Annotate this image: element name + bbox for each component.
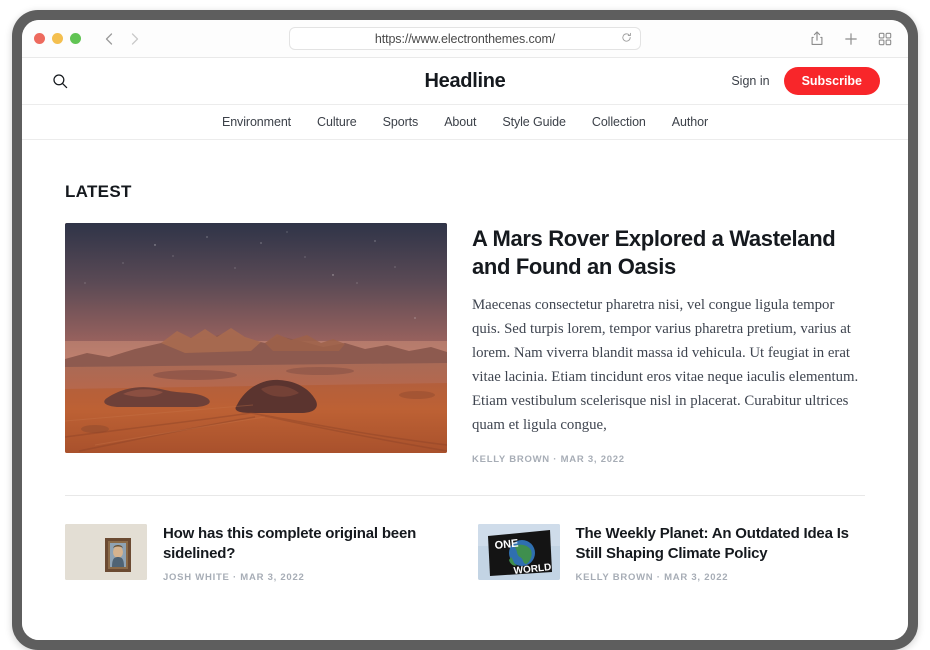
hero-image[interactable] (65, 223, 447, 453)
site-logo[interactable]: Headline (425, 70, 506, 93)
article-meta: JOSH WHITE · MAR 3, 2022 (163, 572, 305, 584)
article-title[interactable]: The Weekly Planet: An Outdated Idea Is S… (576, 524, 866, 563)
url-text: https://www.electronthemes.com/ (374, 31, 556, 46)
article-title[interactable]: How has this complete original been side… (163, 524, 453, 563)
content-container: LATEST A Mars Rover Explored a Wasteland… (65, 140, 865, 583)
nav-item-sports[interactable]: Sports (383, 115, 419, 129)
hero-article[interactable]: A Mars Rover Explored a Wasteland and Fo… (65, 223, 865, 465)
article-thumbnail[interactable]: ONE WORLD (477, 524, 560, 581)
list-item[interactable]: How has this complete original been side… (65, 524, 453, 583)
section-heading-latest: LATEST (65, 182, 132, 201)
nav-item-style-guide[interactable]: Style Guide (502, 115, 566, 129)
nav-item-environment[interactable]: Environment (222, 115, 291, 129)
nav-item-author[interactable]: Author (672, 115, 708, 129)
hero-title[interactable]: A Mars Rover Explored a Wasteland and Fo… (472, 225, 865, 280)
sign-in-link[interactable]: Sign in (731, 74, 769, 88)
window-controls (34, 33, 81, 44)
article-thumbnail[interactable] (65, 524, 147, 581)
hero-body: A Mars Rover Explored a Wasteland and Fo… (472, 223, 865, 465)
header-actions: Sign in Subscribe (731, 66, 880, 96)
back-button[interactable] (97, 27, 121, 51)
website-viewport: Headline Sign in Subscribe Environment C… (22, 58, 908, 640)
site-navigation: Environment Culture Sports About Style G… (22, 104, 908, 140)
minimize-window-button[interactable] (52, 33, 63, 44)
forward-button[interactable] (123, 27, 147, 51)
nav-item-about[interactable]: About (444, 115, 476, 129)
nav-item-collection[interactable]: Collection (592, 115, 646, 129)
hero-excerpt: Maecenas consectetur pharetra nisi, vel … (472, 297, 859, 434)
browser-toolbar-actions (806, 28, 896, 50)
section-divider (65, 495, 865, 497)
subscribe-button[interactable]: Subscribe (783, 66, 880, 96)
close-window-button[interactable] (34, 33, 45, 44)
nav-item-culture[interactable]: Culture (317, 115, 357, 129)
article-text: The Weekly Planet: An Outdated Idea Is S… (576, 524, 866, 583)
address-bar[interactable]: https://www.electronthemes.com/ (289, 27, 641, 50)
list-item[interactable]: ONE WORLD The Weekly Planet: An Outdated… (477, 524, 866, 583)
search-icon[interactable] (50, 71, 70, 91)
share-icon[interactable] (806, 28, 828, 50)
article-meta: KELLY BROWN · MAR 3, 2022 (575, 572, 729, 584)
secondary-articles-grid: How has this complete original been side… (65, 524, 865, 583)
tab-overview-icon[interactable] (874, 28, 896, 50)
hero-meta: KELLY BROWN · MAR 3, 2022 (472, 454, 625, 466)
address-bar-container: https://www.electronthemes.com/ (289, 27, 641, 50)
device-frame: https://www.electronthemes.com/ Headline… (12, 10, 918, 650)
site-main: LATEST A Mars Rover Explored a Wasteland… (22, 140, 908, 640)
browser-window: https://www.electronthemes.com/ Headline… (22, 20, 908, 640)
svg-text:ONE: ONE (494, 538, 519, 552)
navigation-arrows (97, 27, 147, 51)
article-text: How has this complete original been side… (163, 524, 453, 583)
new-tab-icon[interactable] (840, 28, 862, 50)
site-header: Headline Sign in Subscribe (22, 58, 908, 104)
maximize-window-button[interactable] (70, 33, 81, 44)
browser-toolbar: https://www.electronthemes.com/ (22, 20, 908, 58)
reload-icon[interactable] (621, 32, 632, 45)
